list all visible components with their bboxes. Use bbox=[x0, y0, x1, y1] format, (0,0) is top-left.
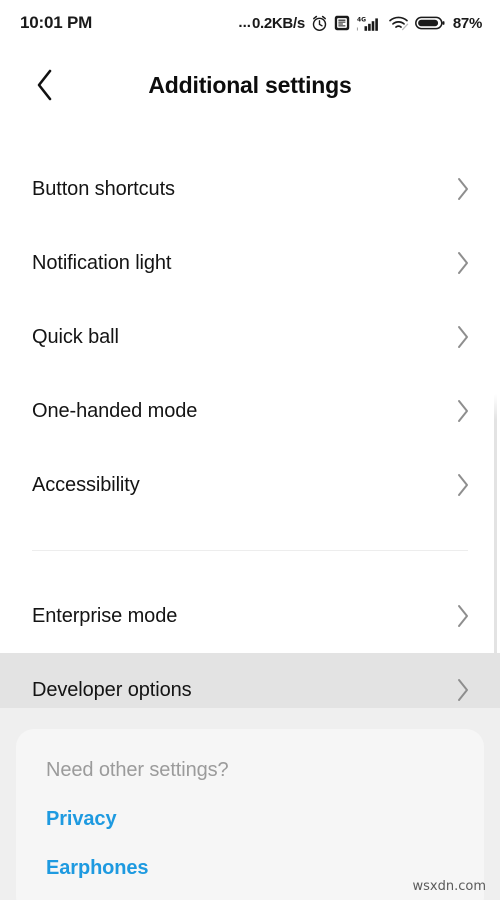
chevron-left-icon bbox=[37, 69, 52, 101]
group-spacer-bottom bbox=[0, 551, 500, 579]
settings-group-secondary: Enterprise mode Developer options bbox=[0, 579, 500, 727]
chevron-right-icon bbox=[458, 474, 468, 496]
list-item-enterprise-mode[interactable]: Enterprise mode bbox=[0, 579, 500, 653]
chevron-right-icon bbox=[458, 326, 468, 348]
list-item-label: Notification light bbox=[32, 251, 172, 274]
alarm-clock-icon bbox=[312, 15, 327, 31]
app-bar: Additional settings bbox=[0, 46, 500, 124]
list-top-spacer bbox=[0, 124, 500, 152]
page-title: Additional settings bbox=[148, 71, 352, 98]
settings-group-primary: Button shortcuts Notification light Quic… bbox=[0, 152, 500, 522]
status-bar: 10:01 PM ... 0.2KB/s 4G ı 87% bbox=[0, 0, 500, 46]
list-item-notification-light[interactable]: Notification light bbox=[0, 226, 500, 300]
network-speed-value: 0.2KB/s bbox=[251, 14, 305, 32]
link-earphones[interactable]: Earphones bbox=[46, 857, 484, 880]
list-item-label: Button shortcuts bbox=[32, 177, 175, 200]
list-item-label: Accessibility bbox=[32, 473, 140, 496]
list-item-label: One-handed mode bbox=[32, 399, 198, 422]
status-bar-clock: 10:01 PM bbox=[20, 13, 93, 32]
list-item-label: Developer options bbox=[32, 678, 192, 701]
list-item-label: Quick ball bbox=[32, 325, 119, 348]
list-item-button-shortcuts[interactable]: Button shortcuts bbox=[0, 152, 500, 226]
back-button[interactable] bbox=[18, 58, 72, 112]
network-speed-indicator: ... 0.2KB/s bbox=[238, 13, 305, 32]
list-item-label: Enterprise mode bbox=[32, 604, 178, 627]
need-other-settings-title: Need other settings? bbox=[46, 759, 229, 781]
need-other-settings-card: Need other settings? Privacy Earphones bbox=[16, 729, 484, 900]
chevron-right-icon bbox=[458, 252, 468, 274]
chevron-right-icon bbox=[458, 605, 468, 627]
phone-screen: 10:01 PM ... 0.2KB/s 4G ı 87% Additional… bbox=[0, 0, 500, 900]
status-bar-icons: ... 0.2KB/s 4G ı 87% bbox=[238, 13, 482, 32]
bottom-sheet: Need other settings? Privacy Earphones bbox=[0, 708, 500, 900]
vertical-scrollbar[interactable] bbox=[494, 394, 497, 714]
link-privacy[interactable]: Privacy bbox=[46, 808, 484, 831]
list-item-quick-ball[interactable]: Quick ball bbox=[0, 300, 500, 374]
group-spacer-top bbox=[0, 522, 500, 550]
app-notification-icon bbox=[334, 15, 350, 31]
list-item-accessibility[interactable]: Accessibility bbox=[0, 448, 500, 522]
chevron-right-icon bbox=[458, 400, 468, 422]
list-item-one-handed-mode[interactable]: One-handed mode bbox=[0, 374, 500, 448]
battery-icon bbox=[414, 16, 445, 30]
svg-text:4G: 4G bbox=[357, 16, 366, 23]
chevron-right-icon bbox=[458, 679, 468, 701]
svg-text:ı: ı bbox=[356, 26, 357, 32]
watermark: wsxdn.com bbox=[412, 879, 487, 894]
cellular-signal-icon: 4G ı bbox=[356, 16, 378, 32]
settings-list: Button shortcuts Notification light Quic… bbox=[0, 124, 500, 727]
network-speed-dots: ... bbox=[238, 13, 251, 31]
wifi-icon bbox=[389, 16, 409, 31]
battery-percent-label: 87% bbox=[452, 14, 482, 32]
chevron-right-icon bbox=[458, 178, 468, 200]
